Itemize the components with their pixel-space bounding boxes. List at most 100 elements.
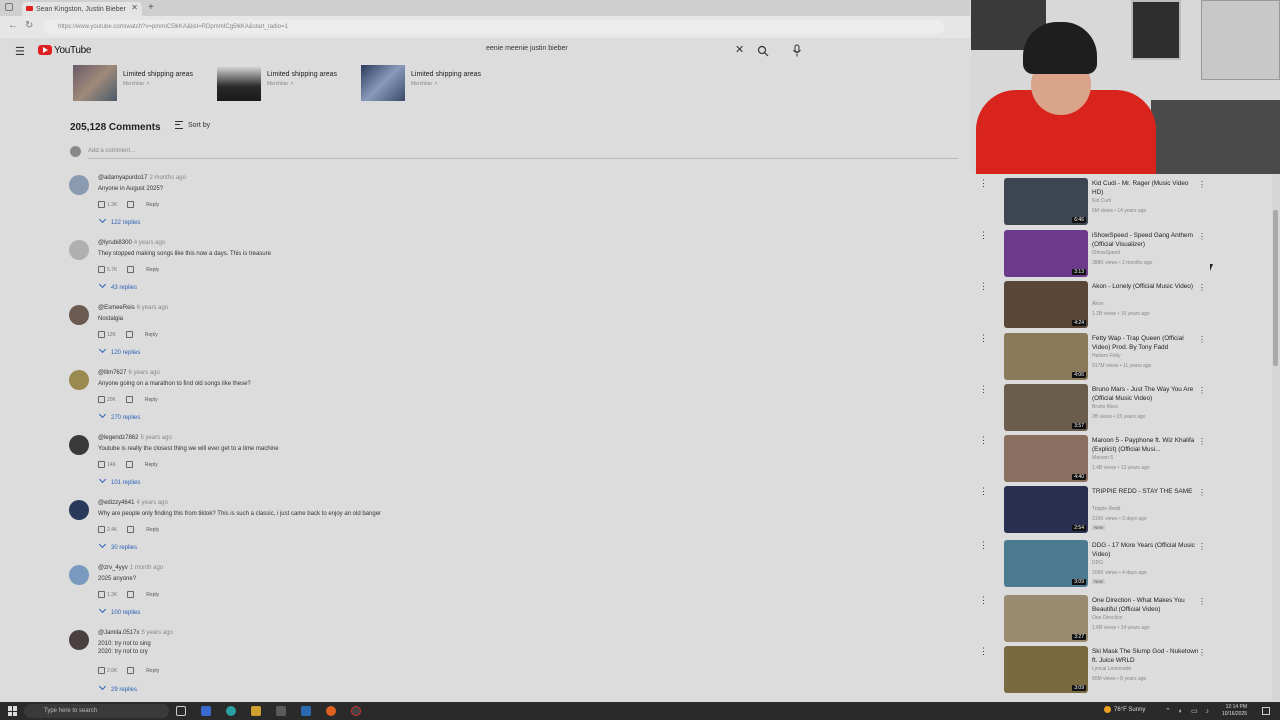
video-thumbnail[interactable]: 3:09 xyxy=(1004,646,1088,693)
comment-author[interactable]: @adamyapurdo17 2 months ago xyxy=(98,175,186,181)
avatar[interactable] xyxy=(69,370,89,390)
more-options-icon[interactable]: ⋮ xyxy=(1198,335,1206,344)
channel-name[interactable]: iShowSpeed xyxy=(1092,250,1120,256)
channel-name[interactable]: Maroon 5 xyxy=(1092,455,1113,461)
reply-button[interactable]: Reply xyxy=(146,668,159,674)
video-thumbnail[interactable]: 3:13 xyxy=(1004,230,1088,277)
thumbs-up-icon[interactable] xyxy=(98,591,105,598)
comment-author[interactable]: @edizzy4641 4 years ago xyxy=(98,500,168,506)
avatar[interactable] xyxy=(69,305,89,325)
more-options-icon[interactable]: ⋮ xyxy=(979,178,988,189)
recommendation-item[interactable]: ⋮ 3:27 One Direction - What Makes You Be… xyxy=(971,593,1271,643)
more-options-icon[interactable]: ⋮ xyxy=(979,230,988,241)
channel-name[interactable]: One Direction xyxy=(1092,615,1123,621)
youtube-wordmark[interactable]: YouTube xyxy=(54,45,92,56)
channel-name[interactable]: Trippie Redd xyxy=(1092,506,1120,512)
thumbs-up-icon[interactable] xyxy=(98,461,105,468)
avatar[interactable] xyxy=(69,630,89,650)
avatar[interactable] xyxy=(69,500,89,520)
system-tray[interactable]: ⌃ ◐ ▭ ♪ xyxy=(1165,707,1212,715)
reply-button[interactable]: Reply xyxy=(145,462,158,468)
tab-actions-icon[interactable] xyxy=(5,3,13,11)
comment-author[interactable]: @legendz7862 5 years ago xyxy=(98,435,172,441)
recommendation-item[interactable]: ⋮ 4:24 Akon - Lonely (Official Music Vid… xyxy=(971,279,1271,329)
more-options-icon[interactable]: ⋮ xyxy=(1198,542,1206,551)
video-thumbnail[interactable]: 3:27 xyxy=(1004,595,1088,642)
video-title[interactable]: Ski Mask The Slump God - Nuketown ft. Ju… xyxy=(1092,648,1200,665)
thumbs-up-icon[interactable] xyxy=(98,331,105,338)
view-replies-button[interactable]: 30 replies xyxy=(98,540,137,551)
view-replies-button[interactable]: 101 replies xyxy=(98,475,140,486)
view-replies-button[interactable]: 100 replies xyxy=(98,605,140,616)
add-comment-input[interactable]: Add a comment... xyxy=(88,148,135,154)
merch-item[interactable]: Limited shipping areas Merchbar ↗ xyxy=(73,65,213,103)
channel-name[interactable]: DDG xyxy=(1092,560,1103,566)
thumbs-down-icon[interactable] xyxy=(125,461,133,468)
reply-button[interactable]: Reply xyxy=(145,332,158,338)
more-options-icon[interactable]: ⋮ xyxy=(979,646,988,657)
avatar[interactable] xyxy=(69,240,89,260)
more-options-icon[interactable]: ⋮ xyxy=(1198,386,1206,395)
start-icon[interactable] xyxy=(8,706,18,716)
reply-button[interactable]: Reply xyxy=(146,527,159,533)
edge-icon[interactable] xyxy=(201,706,211,716)
video-thumbnail[interactable]: 4:06 xyxy=(1004,333,1088,380)
more-options-icon[interactable]: ⋮ xyxy=(979,540,988,551)
weather-widget[interactable]: 76°F Sunny xyxy=(1104,706,1145,713)
more-options-icon[interactable]: ⋮ xyxy=(1198,180,1206,189)
file-explorer-icon[interactable] xyxy=(251,706,261,716)
video-title[interactable]: iShowSpeed - Speed Gang Anthem (Official… xyxy=(1092,232,1200,249)
refresh-icon[interactable]: ↻ xyxy=(25,20,33,31)
video-thumbnail[interactable]: 4:24 xyxy=(1004,281,1088,328)
channel-name[interactable]: Akon xyxy=(1092,301,1103,307)
channel-name[interactable]: Lyrical Lemonade xyxy=(1092,666,1131,672)
search-icon[interactable] xyxy=(757,45,769,57)
search-input[interactable]: eenie meenie justin bieber ✕ xyxy=(470,43,750,59)
microphone-icon[interactable] xyxy=(792,44,802,58)
more-options-icon[interactable]: ⋮ xyxy=(979,595,988,606)
thumbs-down-icon[interactable] xyxy=(125,331,133,338)
thumbs-down-icon[interactable] xyxy=(127,591,135,598)
thumbs-down-icon[interactable] xyxy=(125,396,133,403)
reply-button[interactable]: Reply xyxy=(146,592,159,598)
clear-search-icon[interactable]: ✕ xyxy=(735,43,744,56)
comment-author[interactable]: @Jamila.0517x 5 years ago xyxy=(98,630,173,636)
recommendation-item[interactable]: ⋮ 6:46 Kid Cudi - Mr. Rager (Music Video… xyxy=(971,176,1271,226)
obs-icon[interactable] xyxy=(351,706,361,716)
back-icon[interactable]: ← xyxy=(8,20,18,31)
firefox-icon[interactable] xyxy=(326,706,336,716)
recommendation-item[interactable]: ⋮ 3:09 Ski Mask The Slump God - Nuketown… xyxy=(971,644,1271,694)
channel-name[interactable]: Bruno Mars xyxy=(1092,404,1118,410)
view-replies-button[interactable]: 120 replies xyxy=(98,345,140,356)
more-options-icon[interactable]: ⋮ xyxy=(979,333,988,344)
more-options-icon[interactable]: ⋮ xyxy=(1198,488,1206,497)
view-replies-button[interactable]: 29 replies xyxy=(98,682,137,693)
video-title[interactable]: One Direction - What Makes You Beautiful… xyxy=(1092,597,1200,614)
comment-author[interactable]: @lyrubi8300 4 years ago xyxy=(98,240,165,246)
merch-item[interactable]: Limited shipping areas Merchbar ↗ xyxy=(217,65,357,103)
more-options-icon[interactable]: ⋮ xyxy=(1198,283,1206,292)
avatar[interactable] xyxy=(69,175,89,195)
more-options-icon[interactable]: ⋮ xyxy=(979,486,988,497)
browser-tab[interactable]: Sean Kingston, Justin Bieber ✕ xyxy=(22,2,142,16)
comment-author[interactable]: @lllm7627 6 years ago xyxy=(98,370,160,376)
thumbs-down-icon[interactable] xyxy=(127,667,135,674)
view-replies-button[interactable]: 43 replies xyxy=(98,280,137,291)
channel-name[interactable]: Kid Cudi xyxy=(1092,198,1111,204)
thumbs-up-icon[interactable] xyxy=(98,396,105,403)
youtube-logo-icon[interactable] xyxy=(38,45,52,55)
reply-button[interactable]: Reply xyxy=(146,202,159,208)
video-thumbnail[interactable]: 4:40 xyxy=(1004,435,1088,482)
more-options-icon[interactable]: ⋮ xyxy=(1198,597,1206,606)
thumbs-down-icon[interactable] xyxy=(127,201,135,208)
notification-icon[interactable] xyxy=(1262,707,1270,715)
recommendation-item[interactable]: ⋮ 4:06 Fetty Wap - Trap Queen (Official … xyxy=(971,331,1271,381)
recommendation-item[interactable]: ⋮ 3:57 Bruno Mars - Just The Way You Are… xyxy=(971,382,1271,432)
video-title[interactable]: Maroon 5 - Payphone ft. Wiz Khalifa (Exp… xyxy=(1092,437,1200,454)
more-options-icon[interactable]: ⋮ xyxy=(979,384,988,395)
scrollbar-thumb[interactable] xyxy=(1273,210,1278,366)
thumbs-up-icon[interactable] xyxy=(98,201,105,208)
clock[interactable]: 12:14 PM 10/16/2025 xyxy=(1222,704,1247,718)
channel-name[interactable]: Harlem Fetty xyxy=(1092,353,1121,359)
thumbs-down-icon[interactable] xyxy=(127,266,135,273)
